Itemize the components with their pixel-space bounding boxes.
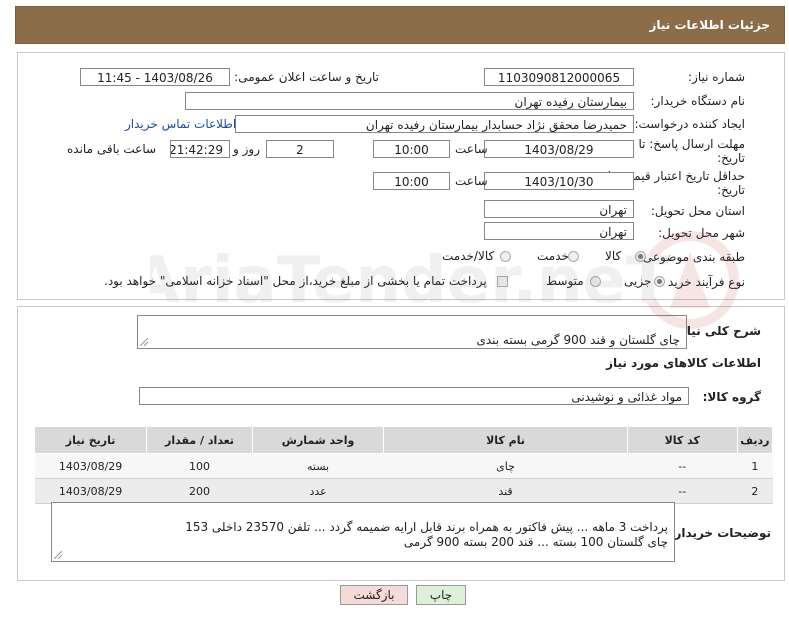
table-header-row: ردیف کد کالا نام کالا واحد شمارش تعداد /… — [33, 426, 774, 454]
back-button[interactable]: بازگشت — [340, 585, 408, 605]
buyer-notes-text: پرداخت 3 ماهه ... پیش فاکتور به همراه بر… — [185, 520, 668, 549]
need-number-label: شماره نیاز: — [688, 70, 745, 84]
resize-grip[interactable] — [54, 551, 62, 559]
cell-row: 2 — [737, 478, 773, 504]
col-name: نام کالا — [383, 426, 628, 454]
province-field: تهران — [484, 200, 634, 218]
province-label: استان محل تحویل: — [650, 204, 745, 218]
city-label: شهر محل تحویل: — [658, 226, 745, 240]
cell-code: -- — [627, 453, 738, 479]
treasury-checkbox[interactable] — [497, 276, 508, 287]
buyer-notes-label: توضیحات خریدار: — [669, 526, 771, 540]
goods-group-label: گروه کالا: — [702, 390, 761, 404]
print-button[interactable]: چاپ — [416, 585, 466, 605]
deadline-time-label: ساعت — [455, 142, 488, 156]
table-row: 2 -- قند عدد 200 1403/08/29 — [34, 478, 773, 504]
validity-label-date: تاریخ: — [717, 183, 745, 197]
announce-field: 1403/08/26 - 11:45 — [80, 68, 230, 86]
creator-label: ایجاد کننده درخواست: — [634, 117, 745, 131]
cell-name: قند — [383, 478, 628, 504]
validity-time-field: 10:00 — [373, 172, 450, 190]
page-header: جزئیات اطلاعات نیاز — [15, 6, 785, 44]
validity-time-label: ساعت — [455, 174, 488, 188]
cell-code: -- — [627, 478, 738, 504]
category-radio-service[interactable] — [568, 251, 579, 262]
days-label: روز و — [233, 142, 260, 156]
cell-unit: عدد — [252, 478, 384, 504]
process-option-minor: جزیی — [624, 274, 652, 288]
category-option-goods: کالا — [605, 249, 622, 263]
cell-need-date: 1403/08/29 — [34, 453, 147, 479]
resize-grip[interactable] — [140, 338, 148, 346]
category-radio-goods[interactable] — [635, 251, 646, 262]
table-row: 1 -- چای بسته 100 1403/08/29 — [34, 453, 773, 479]
page-title: جزئیات اطلاعات نیاز — [649, 18, 770, 32]
cell-quantity: 200 — [146, 478, 253, 504]
category-radio-goods-service[interactable] — [500, 251, 511, 262]
category-label: طبقه بندی موضوعی: — [638, 250, 745, 264]
process-option-medium: متوسط — [546, 274, 584, 288]
cell-need-date: 1403/08/29 — [34, 478, 147, 504]
description-label: شرح کلی نیاز: — [675, 324, 761, 338]
deadline-label: مهلت ارسال پاسخ: تا — [638, 137, 745, 151]
items-table: ردیف کد کالا نام کالا واحد شمارش تعداد /… — [33, 426, 774, 504]
process-radio-minor[interactable] — [654, 276, 665, 287]
buyer-notes-field: پرداخت 3 ماهه ... پیش فاکتور به همراه بر… — [51, 502, 675, 562]
col-need-date: تاریخ نیاز — [33, 426, 148, 454]
validity-date-field: 1403/10/30 — [484, 172, 634, 190]
description-field: چای گلستان و قند 900 گرمی بسته بندی — [137, 315, 687, 349]
days-field: 2 — [266, 140, 334, 158]
remaining-time-field: 21:42:29 — [170, 140, 230, 158]
cell-unit: بسته — [252, 453, 384, 479]
buyer-label: نام دستگاه خریدار: — [650, 94, 746, 108]
cell-name: چای — [383, 453, 628, 479]
description-text: چای گلستان و قند 900 گرمی بسته بندی — [476, 333, 680, 347]
deadline-label-date: تاریخ: — [717, 151, 745, 165]
need-number-field: 1103090812000065 — [484, 68, 634, 86]
contact-buyer-link[interactable]: اطلاعات تماس خریدار — [125, 117, 236, 131]
process-radio-medium[interactable] — [590, 276, 601, 287]
deadline-date-field: 1403/08/29 — [484, 140, 634, 158]
remaining-label: ساعت باقی مانده — [67, 142, 157, 156]
buyer-field: بیمارستان رفیده تهران — [185, 92, 634, 110]
col-code: کد کالا — [626, 426, 738, 454]
city-field: تهران — [484, 222, 634, 240]
goods-info-title: اطلاعات کالاهای مورد نیاز — [606, 356, 761, 370]
category-option-service: خدمت — [537, 249, 569, 263]
deadline-time-field: 10:00 — [373, 140, 450, 158]
cell-row: 1 — [737, 453, 773, 479]
announce-label: تاریخ و ساعت اعلان عمومی: — [234, 70, 379, 84]
payment-note: پرداخت تمام یا بخشی از مبلغ خرید،از محل … — [104, 274, 487, 288]
goods-group-field: مواد غذائی و نوشیدنی — [139, 387, 689, 405]
creator-field: حمیدرضا محقق نژاد حسابدار بیمارستان رفید… — [235, 115, 634, 133]
col-row: ردیف — [736, 426, 774, 454]
col-unit: واحد شمارش — [251, 426, 385, 454]
process-label: نوع فرآیند خرید : — [660, 275, 745, 289]
category-option-goods-service: کالا/خدمت — [442, 249, 495, 263]
cell-quantity: 100 — [146, 453, 253, 479]
col-quantity: تعداد / مقدار — [146, 426, 253, 454]
